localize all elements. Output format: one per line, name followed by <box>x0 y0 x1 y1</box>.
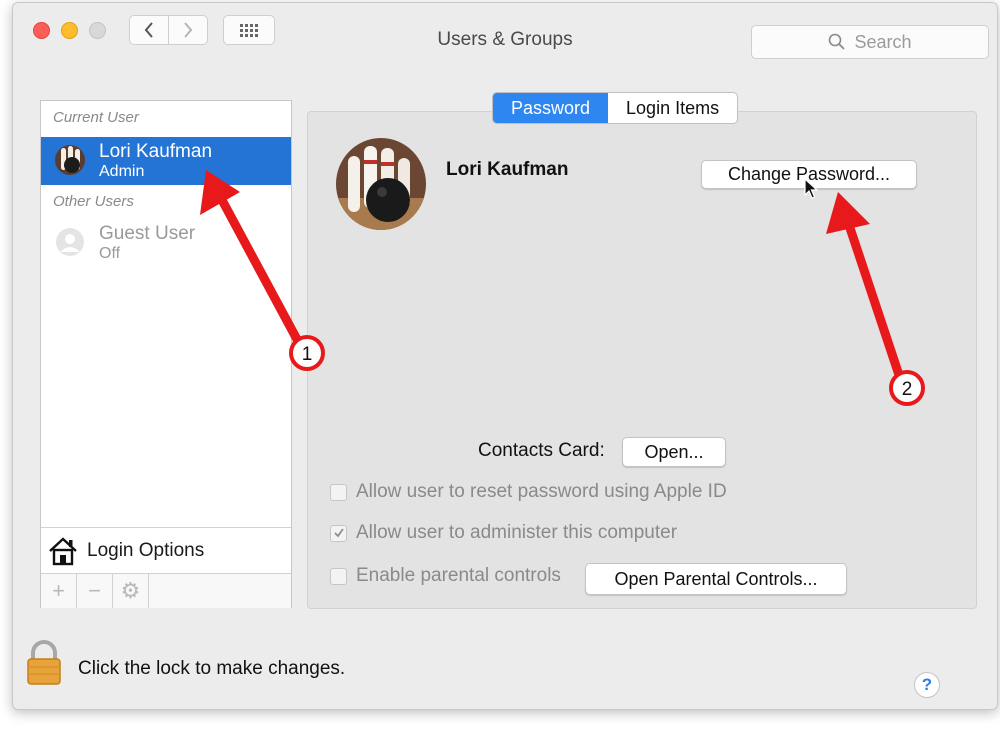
search-placeholder: Search <box>854 31 912 52</box>
tab-bar: Password Login Items <box>492 92 739 124</box>
guest-avatar-icon <box>55 227 85 257</box>
open-contacts-card-button[interactable]: Open... <box>622 437 726 467</box>
user-row-guest[interactable]: Guest User Off <box>41 219 291 267</box>
reset-password-option[interactable]: Allow user to reset password using Apple… <box>330 481 727 503</box>
title-bar: Users & Groups Search <box>13 3 997 71</box>
user-name: Guest User <box>99 223 196 244</box>
checkmark-icon <box>333 528 344 538</box>
administer-option[interactable]: Allow user to administer this computer <box>330 522 677 544</box>
user-name: Lori Kaufman <box>99 141 213 162</box>
sidebar-toolbar: + − ⚙ <box>41 573 291 608</box>
lock-icon[interactable] <box>24 640 64 691</box>
users-sidebar: Current User Lori Kaufman Admin Other Us… <box>40 100 292 608</box>
search-icon <box>829 33 846 50</box>
user-full-name: Lori Kaufman <box>446 159 569 180</box>
parental-controls-label: Enable parental controls <box>356 565 561 586</box>
login-options-item[interactable]: Login Options <box>41 527 291 574</box>
user-picture[interactable] <box>336 138 426 230</box>
house-icon <box>49 537 77 566</box>
tab-password[interactable]: Password <box>493 93 609 123</box>
user-role: Admin <box>99 163 145 180</box>
mouse-cursor-icon <box>804 177 819 205</box>
user-status: Off <box>99 245 121 262</box>
help-button[interactable]: ? <box>914 672 940 698</box>
login-options-label: Login Options <box>87 540 205 561</box>
reset-password-label: Allow user to reset password using Apple… <box>356 481 727 502</box>
administer-label: Allow user to administer this computer <box>356 522 678 543</box>
tab-login-items[interactable]: Login Items <box>608 93 737 123</box>
remove-user-button[interactable]: − <box>77 574 113 608</box>
user-row-lori-kaufman[interactable]: Lori Kaufman Admin <box>41 137 291 185</box>
parental-controls-checkbox[interactable] <box>330 567 347 585</box>
lock-message: Click the lock to make changes. <box>78 658 346 679</box>
gear-icon[interactable]: ⚙ <box>113 574 149 608</box>
contacts-card-label: Contacts Card: <box>478 440 605 461</box>
user-avatar <box>55 145 85 175</box>
reset-password-checkbox[interactable] <box>330 483 347 501</box>
other-users-header: Other Users <box>53 193 134 210</box>
search-field[interactable]: Search <box>751 25 989 59</box>
current-user-header: Current User <box>53 109 139 126</box>
open-parental-controls-button[interactable]: Open Parental Controls... <box>585 563 847 595</box>
administer-checkbox[interactable] <box>330 524 347 542</box>
parental-controls-option[interactable]: Enable parental controls <box>330 565 561 587</box>
add-user-button[interactable]: + <box>41 574 77 608</box>
